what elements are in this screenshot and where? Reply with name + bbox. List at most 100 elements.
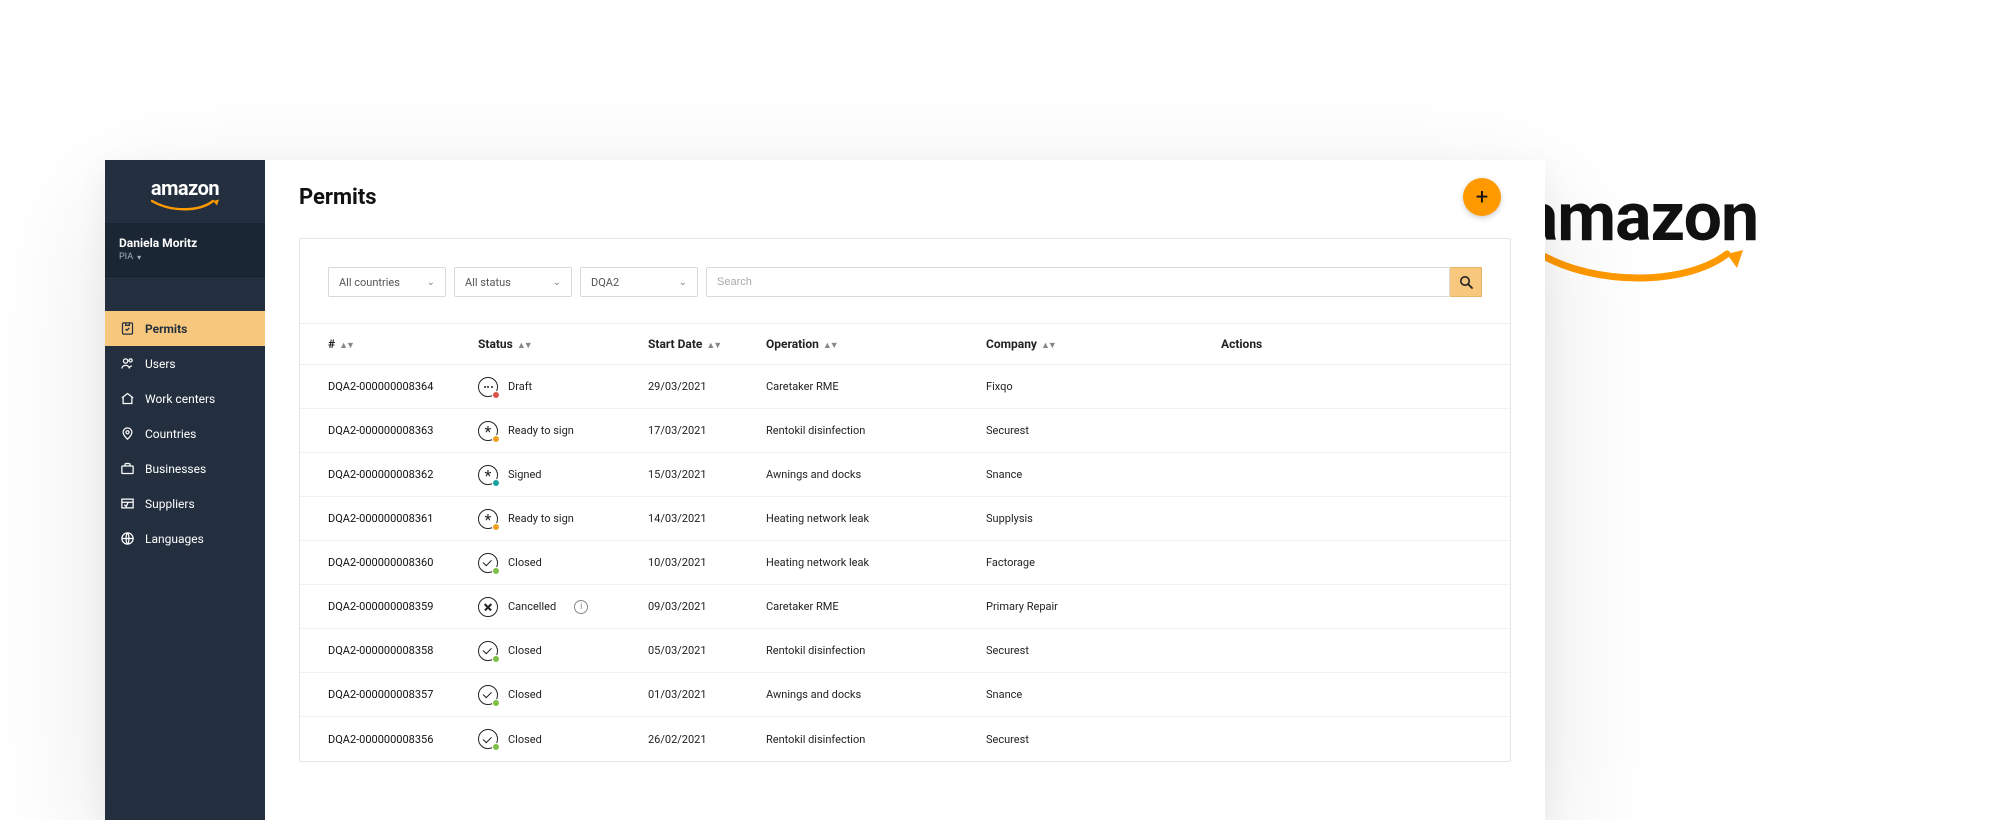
- cell-start: 15/03/2021: [648, 468, 766, 481]
- status-label: Closed: [508, 644, 542, 657]
- user-name: Daniela Moritz: [119, 236, 251, 250]
- sidebar-item-label: Businesses: [145, 462, 206, 476]
- cell-id: DQA2-000000008360: [328, 556, 478, 569]
- sort-icon: ▲▼: [823, 341, 837, 351]
- col-status[interactable]: Status▲▼: [478, 337, 648, 351]
- status-select[interactable]: All status ⌄: [454, 267, 572, 297]
- table-row[interactable]: DQA2-000000008359Cancelledi09/03/2021Car…: [300, 585, 1510, 629]
- cell-operation: Heating network leak: [766, 512, 986, 525]
- plus-icon: +: [1476, 185, 1488, 210]
- cell-company: Snance: [986, 688, 1221, 701]
- sidebar-item-permits[interactable]: Permits: [105, 311, 265, 346]
- chevron-down-icon: ▾: [137, 253, 141, 262]
- brand-logo-small: amazon: [105, 160, 265, 224]
- col-company[interactable]: Company▲▼: [986, 337, 1221, 351]
- table-row[interactable]: DQA2-000000008357Closed01/03/2021Awnings…: [300, 673, 1510, 717]
- cell-start: 05/03/2021: [648, 644, 766, 657]
- nav-icon: [119, 461, 135, 476]
- sort-icon: ▲▼: [517, 341, 531, 351]
- table-row[interactable]: DQA2-000000008361Ready to sign14/03/2021…: [300, 497, 1510, 541]
- status-dots-icon: [478, 377, 498, 397]
- table-row[interactable]: DQA2-000000008364Draft29/03/2021Caretake…: [300, 365, 1510, 409]
- cell-company: Primary Repair: [986, 600, 1221, 613]
- sidebar-item-suppliers[interactable]: Suppliers: [105, 486, 265, 521]
- status-label: Cancelled: [508, 600, 556, 613]
- status-label: Closed: [508, 688, 542, 701]
- cell-operation: Heating network leak: [766, 556, 986, 569]
- status-label: Ready to sign: [508, 512, 574, 525]
- table-row[interactable]: DQA2-000000008362 Signed 15/03/2021Awnings…: [300, 453, 1510, 497]
- cell-status: Ready to sign: [478, 421, 648, 441]
- sort-icon: ▲▼: [1041, 341, 1055, 351]
- cell-start: 14/03/2021: [648, 512, 766, 525]
- search-button[interactable]: [1450, 267, 1482, 297]
- permits-card: All countries ⌄ All status ⌄ DQA2 ⌄: [299, 238, 1511, 762]
- add-permit-button[interactable]: +: [1463, 178, 1501, 216]
- cell-id: DQA2-000000008356: [328, 733, 478, 746]
- country-select[interactable]: All countries ⌄: [328, 267, 446, 297]
- nav-icon: [119, 496, 135, 511]
- table-row[interactable]: DQA2-000000008356Closed26/02/2021Rentoki…: [300, 717, 1510, 761]
- nav-icon: [119, 356, 135, 371]
- nav-icon: [119, 531, 135, 546]
- status-label: Closed: [508, 556, 542, 569]
- cell-operation: Caretaker RME: [766, 600, 986, 613]
- sidebar-item-label: Work centers: [145, 392, 215, 406]
- sidebar-item-label: Permits: [145, 322, 187, 336]
- center-select[interactable]: DQA2 ⌄: [580, 267, 698, 297]
- status-gear-icon: [478, 509, 498, 529]
- col-operation[interactable]: Operation▲▼: [766, 337, 986, 351]
- sidebar-item-label: Users: [145, 357, 176, 371]
- status-label: Ready to sign: [508, 424, 574, 437]
- sidebar-item-label: Suppliers: [145, 497, 195, 511]
- table-row[interactable]: DQA2-000000008363 Ready to sign 17/03/2021…: [300, 409, 1510, 453]
- filter-row: All countries ⌄ All status ⌄ DQA2 ⌄: [300, 239, 1510, 323]
- nav: Permits Users Work centers Countries Busines…: [105, 277, 265, 556]
- user-block[interactable]: Daniela Moritz PIA ▾: [105, 224, 265, 277]
- status-label: Signed: [508, 468, 542, 481]
- sidebar-item-label: Countries: [145, 427, 196, 441]
- cell-id: DQA2-000000008364: [328, 380, 478, 393]
- cell-status: Closed: [478, 641, 648, 661]
- col-start[interactable]: Start Date▲▼: [648, 337, 766, 351]
- page-title: Permits: [299, 185, 377, 210]
- status-check-icon: [478, 553, 498, 573]
- chevron-down-icon: ⌄: [553, 277, 561, 288]
- info-icon[interactable]: i: [574, 600, 588, 614]
- sidebar-item-users[interactable]: Users: [105, 346, 265, 381]
- cell-start: 17/03/2021: [648, 424, 766, 437]
- cell-id: DQA2-000000008358: [328, 644, 478, 657]
- cell-start: 26/02/2021: [648, 733, 766, 746]
- cell-company: Securest: [986, 424, 1221, 437]
- cell-start: 01/03/2021: [648, 688, 766, 701]
- cell-status: Draft: [478, 377, 648, 397]
- col-actions: Actions: [1221, 337, 1311, 351]
- nav-icon: [119, 426, 135, 441]
- cell-start: 29/03/2021: [648, 380, 766, 393]
- search-input-wrap: [706, 267, 1450, 297]
- nav-icon: [119, 321, 135, 336]
- user-role: PIA ▾: [119, 252, 251, 262]
- status-check-icon: [478, 685, 498, 705]
- cell-status: Closed: [478, 553, 648, 573]
- status-x-icon: [478, 597, 498, 617]
- sort-icon: ▲▼: [706, 341, 720, 351]
- table-header: #▲▼ Status▲▼ Start Date▲▼ Operation▲▼ Co…: [300, 323, 1510, 365]
- sidebar-item-businesses[interactable]: Businesses: [105, 451, 265, 486]
- sidebar-item-countries[interactable]: Countries: [105, 416, 265, 451]
- cell-company: Factorage: [986, 556, 1221, 569]
- cell-id: DQA2-000000008363: [328, 424, 478, 437]
- cell-operation: Awnings and docks: [766, 468, 986, 481]
- table-row[interactable]: DQA2-000000008358Closed05/03/2021Rentoki…: [300, 629, 1510, 673]
- col-id[interactable]: #▲▼: [328, 337, 478, 351]
- search-input[interactable]: [717, 276, 1439, 288]
- sidebar-item-work-centers[interactable]: Work centers: [105, 381, 265, 416]
- cell-id: DQA2-000000008362: [328, 468, 478, 481]
- main: Permits + All countries ⌄ All status ⌄ D…: [265, 160, 1545, 820]
- search-icon: [1459, 275, 1473, 289]
- table-row[interactable]: DQA2-000000008360Closed10/03/2021Heating…: [300, 541, 1510, 585]
- cell-operation: Rentokil disinfection: [766, 424, 986, 437]
- sidebar-item-languages[interactable]: Languages: [105, 521, 265, 556]
- cell-company: Securest: [986, 733, 1221, 746]
- search-wrap: [706, 267, 1482, 297]
